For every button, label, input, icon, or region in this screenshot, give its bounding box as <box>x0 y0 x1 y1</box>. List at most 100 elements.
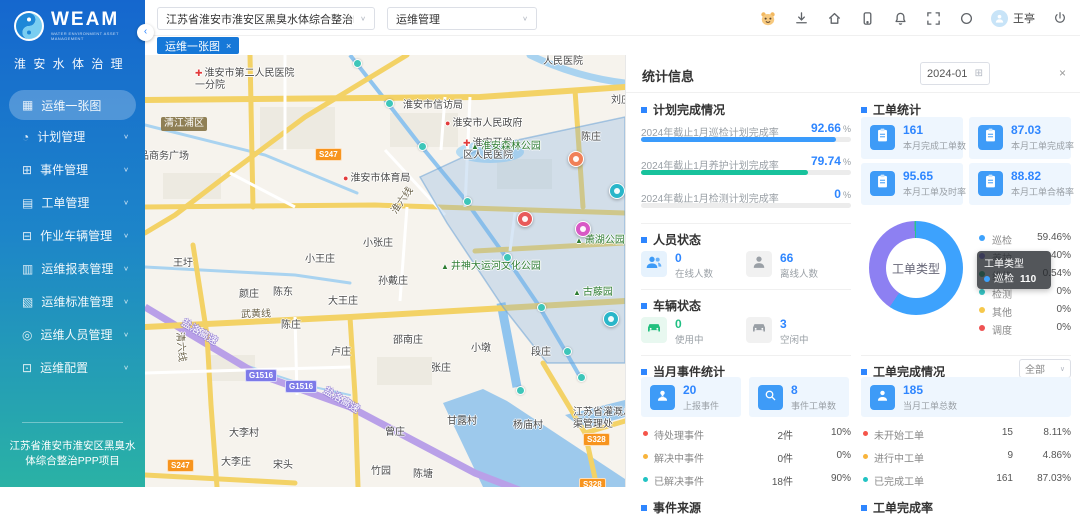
marker-core <box>522 216 528 222</box>
clipboard-icon-tile <box>978 125 1003 150</box>
order-status-name: 进行中工单 <box>874 450 924 465</box>
station-dot[interactable] <box>563 347 572 356</box>
worker-icon-tile <box>870 385 895 410</box>
event-status-count: 2件 <box>749 427 793 442</box>
sidebar-item-event[interactable]: ⊞事件管理∨ <box>0 153 145 186</box>
sidebar-item-config[interactable]: ⊡运维配置∨ <box>0 351 145 384</box>
section-divider <box>641 289 851 290</box>
sidebar-item-vehicle[interactable]: ⊟作业车辆管理∨ <box>0 219 145 252</box>
persons-tile <box>641 251 667 277</box>
order-filter-select[interactable]: 全部∨ <box>1019 359 1071 378</box>
standard-icon: ▧ <box>22 295 33 309</box>
weam-logo-icon <box>14 11 44 41</box>
config-icon: ⊡ <box>22 361 32 375</box>
section-divider <box>861 355 1071 356</box>
sidebar-collapse-button[interactable]: ‹ <box>137 24 154 41</box>
month-picker[interactable]: 2024-01 ⊞ <box>920 62 990 85</box>
map-label-place: 刘庄 <box>611 95 625 107</box>
clipboard-icon <box>876 128 889 147</box>
chevron-down-icon: ∨ <box>123 166 129 173</box>
sidebar-item-standard[interactable]: ▧运维标准管理∨ <box>0 285 145 318</box>
station-dot[interactable] <box>577 373 586 382</box>
car-tile <box>641 317 667 343</box>
sidebar-item-workorder[interactable]: ▤工单管理∨ <box>0 186 145 219</box>
event-status-row: 待处理事件 2件 10% <box>641 427 851 443</box>
order-status-pct: 8.11% <box>1021 427 1071 438</box>
pump-marker[interactable] <box>603 311 619 327</box>
panel-title: 统计信息 <box>642 66 694 85</box>
marker-core <box>614 188 620 194</box>
station-dot[interactable] <box>463 197 472 206</box>
event-status-pct: 0% <box>801 450 851 461</box>
event-status-count: 18件 <box>749 473 793 488</box>
username: 王亭 <box>1013 10 1035 26</box>
fullscreen-icon[interactable] <box>925 10 941 26</box>
event-card-icon-tile <box>650 385 675 410</box>
tablet-icon[interactable] <box>859 10 875 26</box>
pump-marker[interactable] <box>609 183 625 199</box>
panel-close-icon[interactable]: × <box>1059 66 1066 80</box>
mascot-icon[interactable] <box>760 10 776 26</box>
progress-fill <box>641 137 836 142</box>
module-select[interactable]: 运维管理 ∨ <box>387 7 537 30</box>
sidebar-item-personnel[interactable]: ◎运维人员管理∨ <box>0 318 145 351</box>
section-vehicle-status: 车辆状态 <box>641 297 701 314</box>
refresh-icon[interactable] <box>958 10 974 26</box>
power-icon[interactable] <box>1052 10 1068 26</box>
sidebar-item-label: 作业车辆管理 <box>40 227 112 244</box>
module-select-value: 运维管理 <box>396 11 516 27</box>
tab-map-overview[interactable]: 运维一张图 × <box>157 37 239 54</box>
avatar <box>991 10 1008 27</box>
clipboard-icon <box>984 128 997 147</box>
order-total-value: 185 <box>903 383 923 397</box>
event-status-name: 待处理事件 <box>654 427 704 442</box>
clipboard-icon <box>984 174 997 193</box>
download-icon[interactable] <box>793 10 809 26</box>
chevron-down-icon: ∨ <box>123 133 129 140</box>
home-icon[interactable] <box>826 10 842 26</box>
camera-marker[interactable] <box>575 221 591 237</box>
station-dot[interactable] <box>418 142 427 151</box>
sidebar-item-plan[interactable]: ◔计划管理∨ <box>0 120 145 153</box>
station-dot[interactable] <box>385 99 394 108</box>
calendar-icon: ⊞ <box>975 68 983 79</box>
chevron-down-icon: ∨ <box>123 199 129 206</box>
legend-value: 59.46% <box>1037 232 1071 243</box>
map-canvas[interactable]: ✚淮安市第二人民医院一分院人民医院✚淮安开发区人民医院清江浦区品商务广场淮安市信… <box>145 55 625 487</box>
station-dot[interactable] <box>353 59 362 68</box>
event-status-pct: 10% <box>801 427 851 438</box>
station-dot[interactable] <box>503 253 512 262</box>
station-dot[interactable] <box>537 303 546 312</box>
donut-center-label: 工单类型 <box>886 238 946 298</box>
bridge-marker[interactable] <box>568 151 584 167</box>
user-menu[interactable]: 王亭 <box>991 10 1035 27</box>
tooltip-row: 巡检110 <box>984 270 1044 285</box>
tab-close-icon[interactable]: × <box>226 41 231 51</box>
station-dot[interactable] <box>516 386 525 395</box>
brand-name: WEAM <box>51 10 145 29</box>
order-stat-value: 95.65 <box>903 169 933 183</box>
bell-icon[interactable] <box>892 10 908 26</box>
sidebar-item-map-overview[interactable]: ▦运维一张图 <box>9 90 136 120</box>
marker-core <box>573 156 579 162</box>
section-order-completion-rate: 工单完成率 <box>861 499 933 516</box>
vehicle-label: 空闲中 <box>780 332 809 346</box>
marker-core <box>608 316 614 322</box>
order-status-pct: 87.03% <box>1021 473 1071 484</box>
legend-dot <box>979 307 985 313</box>
sidebar-item-label: 运维配置 <box>40 359 88 376</box>
alert-marker[interactable] <box>517 211 533 227</box>
project-select[interactable]: 江苏省淮安市淮安区黑臭水体综合整治PPP项目 ∨ <box>157 7 375 30</box>
hospital-cross-icon: ✚ <box>195 68 203 78</box>
personnel-label: 在线人数 <box>675 266 713 280</box>
map-label-place: 卢庄 <box>331 347 351 359</box>
map-label-road: 清六线 <box>173 332 188 363</box>
map-base <box>145 55 625 487</box>
sidebar-item-report[interactable]: ▥运维报表管理∨ <box>0 252 145 285</box>
map-label-red-dot: ●淮安市人民政府 <box>445 117 522 130</box>
map-label-hospital: ✚淮安市第二人民医院一分院 <box>195 67 295 92</box>
personnel-label: 离线人数 <box>780 266 818 280</box>
event-status-name: 解决中事件 <box>654 450 704 465</box>
road-badge: S247 <box>167 459 194 472</box>
order-stat-label: 本月完成工单数 <box>903 139 966 152</box>
